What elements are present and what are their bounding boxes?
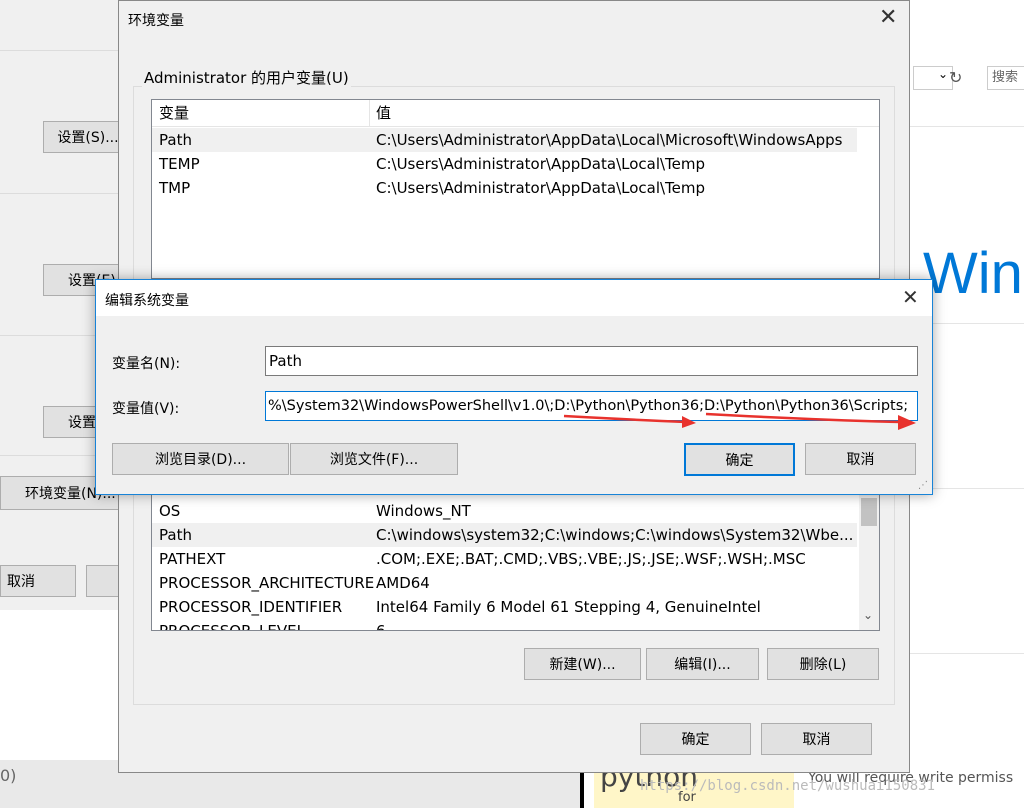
list-item[interactable]: PROCESSOR_LEVEL 6 xyxy=(152,619,857,630)
cancel-button[interactable]: 取消 xyxy=(805,443,916,475)
variable-value-label: 变量值(V): xyxy=(112,401,180,417)
close-icon[interactable]: ✕ xyxy=(879,7,897,29)
dialog-titlebar: 编辑系统变量 ✕ xyxy=(96,280,932,316)
cancel-button[interactable]: 取消 xyxy=(761,723,872,755)
list-item[interactable]: PATHEXT .COM;.EXE;.BAT;.CMD;.VBS;.VBE;.J… xyxy=(152,547,857,571)
refresh-icon[interactable]: ↻ xyxy=(949,68,962,87)
list-item[interactable]: Path C:\windows\system32;C:\windows;C:\w… xyxy=(152,523,857,547)
chevron-down-icon: ⌄ xyxy=(937,67,948,81)
list-item[interactable]: PROCESSOR_IDENTIFIER Intel64 Family 6 Mo… xyxy=(152,595,857,619)
user-variables-list[interactable]: 变量 值 Path C:\Users\Administrator\AppData… xyxy=(151,99,880,279)
close-icon[interactable]: ✕ xyxy=(902,287,919,307)
delete-variable-button[interactable]: 删除(L) xyxy=(767,648,879,680)
browse-directory-button[interactable]: 浏览目录(D)... xyxy=(112,443,289,475)
new-variable-button[interactable]: 新建(W)... xyxy=(524,648,641,680)
red-arrow-1 xyxy=(563,414,687,424)
list-item[interactable]: OS Windows_NT xyxy=(152,499,857,523)
red-arrows-annotation xyxy=(563,412,916,430)
column-header-value[interactable]: 值 xyxy=(376,100,391,126)
red-arrow-1-head xyxy=(682,416,696,428)
system-variables-list[interactable]: OS Windows_NT Path C:\windows\system32;C… xyxy=(151,491,880,631)
separator xyxy=(0,193,120,194)
search-input[interactable]: 搜索 xyxy=(987,66,1024,90)
windows-heading: Win xyxy=(923,241,1023,306)
dialog-title: 编辑系统变量 xyxy=(105,293,189,309)
variable-name-field[interactable]: Path xyxy=(265,346,918,376)
separator xyxy=(0,50,120,51)
watermark: https://blog.csdn.net/wushuai150831 xyxy=(640,778,936,794)
browse-file-button[interactable]: 浏览文件(F)... xyxy=(290,443,458,475)
list-item[interactable]: PROCESSOR_ARCHITECTURE AMD64 xyxy=(152,571,857,595)
list-item[interactable]: Path C:\Users\Administrator\AppData\Loca… xyxy=(152,128,857,152)
scrollbar-thumb[interactable] xyxy=(861,498,877,526)
list-item[interactable]: TEMP C:\Users\Administrator\AppData\Loca… xyxy=(152,152,857,176)
scroll-down-icon[interactable]: ⌄ xyxy=(863,608,873,622)
red-arrow-2 xyxy=(705,412,902,424)
dialog-title: 环境变量 xyxy=(128,13,184,29)
edit-system-variable-dialog: 编辑系统变量 ✕ 变量名(N): Path 变量值(V): %\System32… xyxy=(95,279,933,495)
bottom-text: 0) xyxy=(0,766,17,785)
list-item[interactable]: TMP C:\Users\Administrator\AppData\Local… xyxy=(152,176,857,200)
user-variables-label: Administrator 的用户变量(U) xyxy=(142,67,351,88)
column-header-variable[interactable]: 变量 xyxy=(159,100,189,126)
resize-grip-icon[interactable]: ⋰ xyxy=(918,480,928,491)
divider xyxy=(909,126,1024,127)
red-arrow-2-head xyxy=(898,415,916,430)
system-properties-cancel-button[interactable]: 取消 xyxy=(0,565,76,597)
edit-variable-button[interactable]: 编辑(I)... xyxy=(646,648,759,680)
variable-name-label: 变量名(N): xyxy=(112,356,181,372)
ok-button[interactable]: 确定 xyxy=(684,443,795,476)
address-dropdown[interactable]: ⌄ xyxy=(913,66,953,90)
scrollbar[interactable]: ⌄ xyxy=(859,492,879,630)
list-header: 变量 值 xyxy=(152,100,879,127)
ok-button[interactable]: 确定 xyxy=(640,723,751,755)
divider xyxy=(909,653,1024,654)
